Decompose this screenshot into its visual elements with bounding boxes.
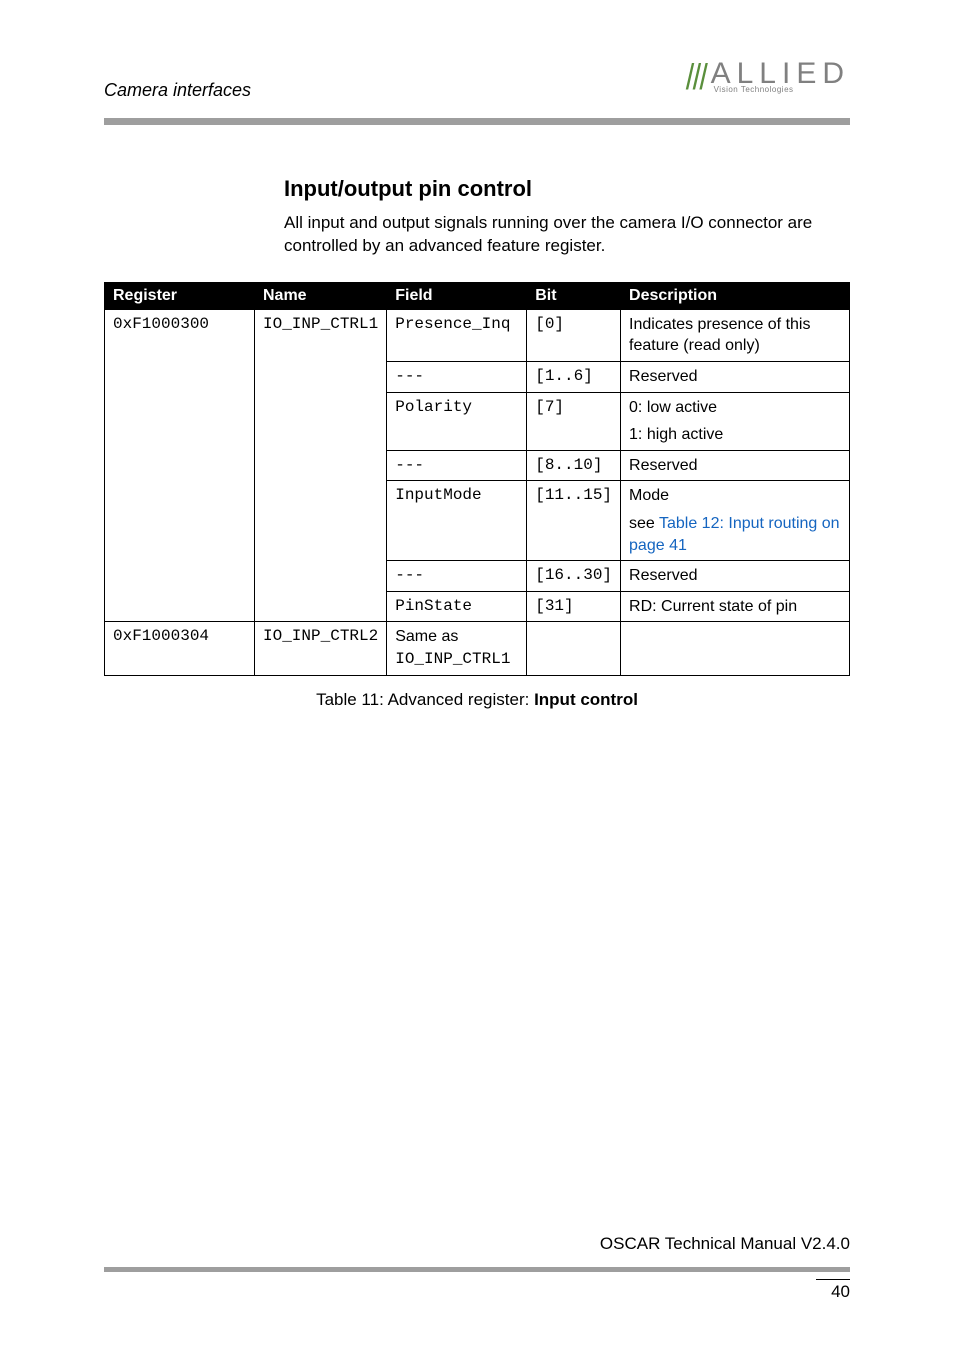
desc-line: 1: high active [629,424,841,446]
cell-field: Polarity [387,392,527,450]
cell-bit: [7] [527,392,621,450]
desc-line: see Table 12: Input routing on page 41 [629,513,841,556]
cell-bit [527,622,621,675]
cell-desc: 0: low active 1: high active [621,392,850,450]
cell-desc: Reserved [621,450,850,481]
cell-field: InputMode [387,481,527,561]
header-divider [104,118,850,125]
field-line: Same as [395,628,458,645]
table-row: 0xF1000300 IO_INP_CTRL1 Presence_Inq [0]… [105,309,850,361]
col-description: Description [621,282,850,309]
cell-desc [621,622,850,675]
cell-desc: Reserved [621,362,850,393]
cell-name: IO_INP_CTRL2 [255,622,387,675]
table-caption: Table 11: Advanced register: Input contr… [104,690,850,710]
cell-field: Same as IO_INP_CTRL1 [387,622,527,675]
footer-divider [104,1267,850,1272]
cell-desc: RD: Current state of pin [621,591,850,622]
col-name: Name [255,282,387,309]
table-row: 0xF1000304 IO_INP_CTRL2 Same as IO_INP_C… [105,622,850,675]
cell-bit: [8..10] [527,450,621,481]
cell-register: 0xF1000304 [105,622,255,675]
cross-ref-link[interactable]: Table 12: Input routing on page 41 [629,515,840,554]
cell-bit: [31] [527,591,621,622]
desc-line: Mode [629,485,841,507]
logo-slashes-icon: /// [686,56,706,98]
col-register: Register [105,282,255,309]
cell-bit: [0] [527,309,621,361]
input-control-table: Register Name Field Bit Description 0xF1… [104,282,850,676]
cell-bit: [16..30] [527,561,621,592]
col-field: Field [387,282,527,309]
caption-bold: Input control [534,690,638,709]
cell-field: PinState [387,591,527,622]
cell-desc: Indicates presence of this feature (read… [621,309,850,361]
cell-register: 0xF1000300 [105,309,255,622]
cell-field: --- [387,450,527,481]
cell-field: Presence_Inq [387,309,527,361]
cell-desc: Reserved [621,561,850,592]
desc-prefix: see [629,515,659,532]
table-header-row: Register Name Field Bit Description [105,282,850,309]
footer-manual-version: OSCAR Technical Manual V2.4.0 [600,1234,850,1254]
col-bit: Bit [527,282,621,309]
caption-prefix: Table 11: Advanced register: [316,690,534,709]
section-title: Input/output pin control [284,176,850,202]
logo-brand-text: ALLIED [711,60,850,87]
cell-bit: [1..6] [527,362,621,393]
page-number: 40 [816,1279,850,1302]
cell-field: --- [387,561,527,592]
brand-logo: /// ALLIED Vision Technologies [684,56,850,98]
desc-line: 0: low active [629,397,841,419]
field-line: IO_INP_CTRL1 [395,650,510,668]
cell-name: IO_INP_CTRL1 [255,309,387,622]
cell-bit: [11..15] [527,481,621,561]
cell-field: --- [387,362,527,393]
cell-desc: Mode see Table 12: Input routing on page… [621,481,850,561]
section-breadcrumb: Camera interfaces [104,80,251,101]
section-intro: All input and output signals running ove… [284,212,844,258]
